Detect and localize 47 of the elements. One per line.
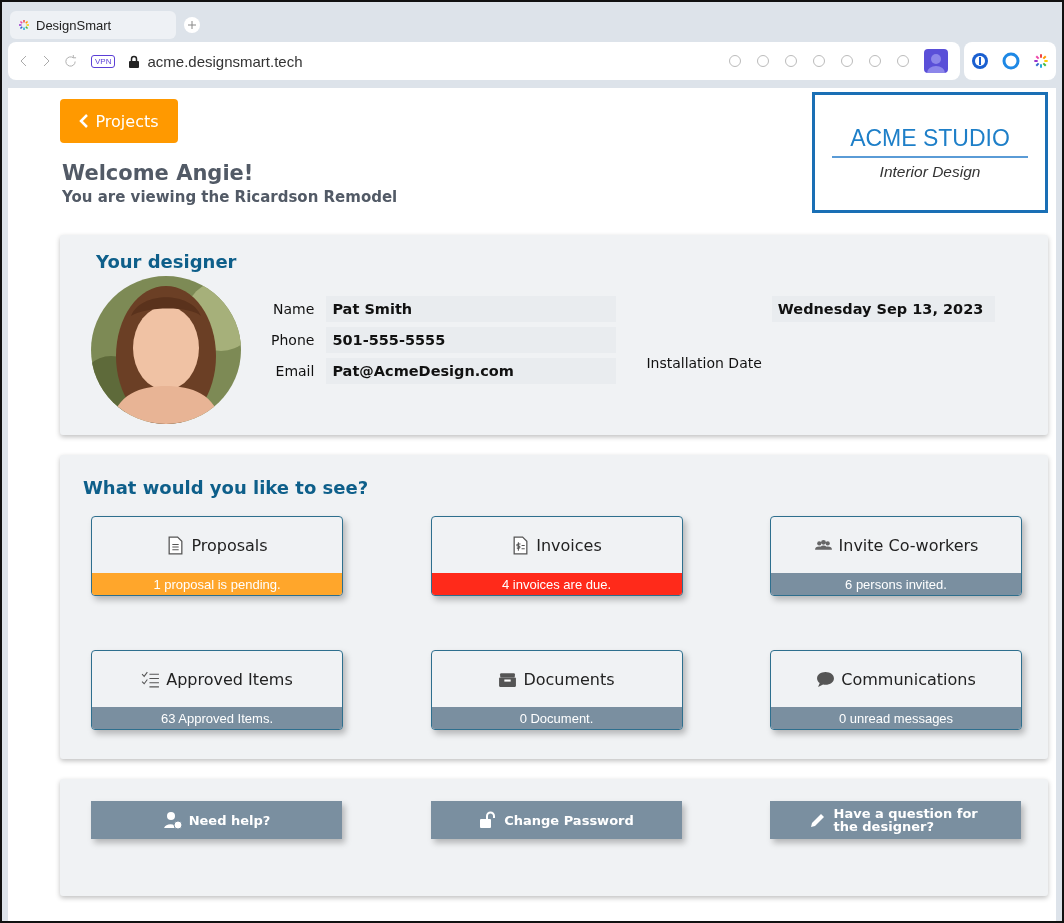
logo-icon	[18, 19, 30, 31]
option-tile[interactable]: Communications 0 unread messages	[770, 650, 1022, 730]
browser-tab[interactable]: DesignSmart	[10, 11, 176, 39]
chevron-left-icon	[79, 114, 90, 128]
tile-status: 6 persons invited.	[771, 573, 1021, 595]
logo-icon[interactable]	[1033, 53, 1050, 69]
reload-icon[interactable]	[64, 54, 77, 68]
tile-status: 4 invoices are due.	[431, 573, 682, 595]
field-label: Email	[274, 363, 315, 379]
tile-title: Invite Co-workers	[838, 535, 979, 555]
new-tab-icon[interactable]	[184, 17, 200, 33]
field-label: Phone	[271, 332, 315, 348]
field-value: Pat Smith	[326, 296, 617, 322]
lock-icon	[129, 54, 140, 68]
option-tile[interactable]: Approved Items 63 Approved Items.	[91, 650, 343, 730]
tile-title: Documents	[523, 669, 615, 689]
field-value: Pat@AcmeDesign.com	[326, 358, 617, 384]
profile-icon[interactable]	[924, 49, 948, 73]
tile-status: 1 proposal is pending.	[92, 573, 342, 595]
tile-title: Proposals	[191, 535, 268, 555]
option-tile[interactable]: Invoices 4 invoices are due.	[430, 516, 683, 596]
tile-title: Approved Items	[166, 669, 293, 689]
tile-status: 0 unread messages	[771, 707, 1021, 729]
field-label: Name	[272, 301, 315, 317]
section-heading: Your designer	[96, 251, 238, 272]
url-text[interactable]: acme.designsmart.tech	[147, 52, 303, 70]
vpn-badge[interactable]: VPN	[91, 54, 116, 68]
option-tile[interactable]: Documents 0 Document.	[430, 650, 683, 730]
field-value: Wednesday Sep 13, 2023	[771, 296, 996, 322]
project-subtitle: You are viewing the Ricardson Remodel	[62, 188, 398, 206]
option-tile[interactable]: Invite Co-workers 6 persons invited.	[770, 516, 1022, 596]
tile-title: Communications	[841, 669, 976, 689]
back-icon[interactable]	[20, 55, 28, 67]
user-help-icon	[162, 811, 183, 829]
field-value: 501-555-5555	[326, 327, 617, 353]
section-heading: What would you like to see?	[83, 477, 370, 498]
studio-logo: ACME STUDIO Interior Design	[812, 92, 1048, 213]
password-icon[interactable]	[970, 52, 989, 70]
checklist-icon	[141, 669, 161, 689]
tile-status: 0 Document.	[431, 707, 682, 729]
field-label: Installation Date	[646, 353, 762, 371]
welcome-title: Welcome Angie!	[62, 161, 255, 185]
option-tile[interactable]: Proposals 1 proposal is pending.	[91, 516, 343, 596]
tile-status: 63 Approved Items.	[92, 707, 342, 729]
speech-bubble-icon	[816, 669, 836, 689]
forward-icon[interactable]	[42, 55, 50, 67]
tile-title: Invoices	[536, 535, 602, 555]
